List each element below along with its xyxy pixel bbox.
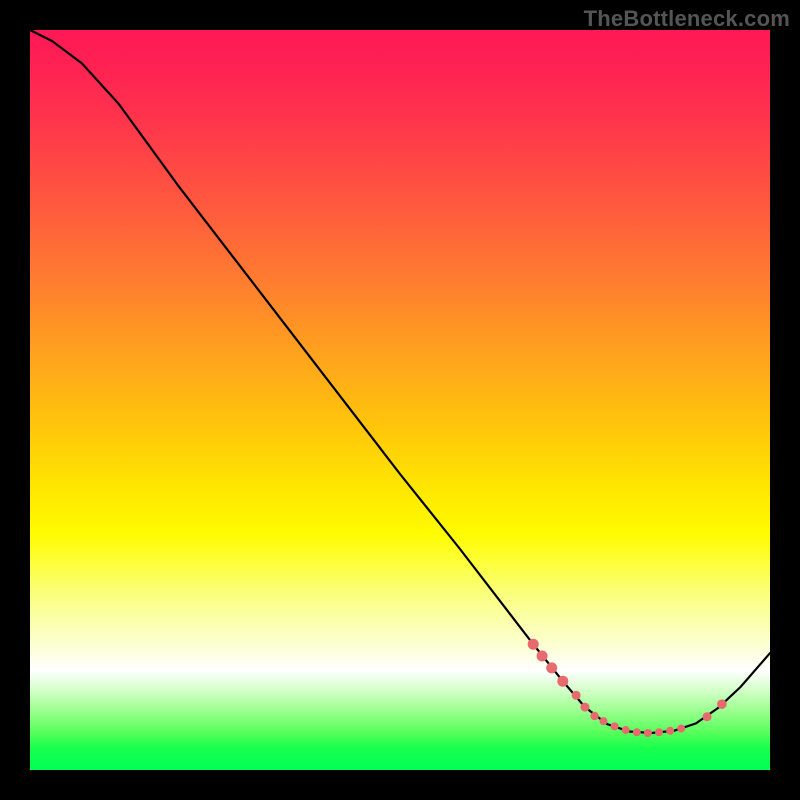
curve-marker	[590, 712, 598, 720]
bottleneck-curve	[30, 30, 770, 733]
curve-marker	[537, 651, 548, 662]
curve-marker	[611, 722, 619, 730]
curve-marker	[600, 717, 608, 725]
plot-area	[30, 30, 770, 770]
curve-marker	[717, 699, 727, 709]
curve-marker	[666, 727, 674, 735]
curve-marker	[622, 726, 630, 734]
curve-marker	[703, 712, 712, 721]
curve-marker	[677, 725, 685, 733]
curve-marker	[655, 728, 663, 736]
curve-marker	[572, 691, 581, 700]
curve-layer	[30, 30, 770, 770]
curve-marker	[633, 728, 641, 736]
curve-marker	[528, 639, 539, 650]
curve-marker	[557, 676, 568, 687]
curve-marker	[644, 729, 652, 737]
curve-marker	[581, 703, 590, 712]
chart-stage: TheBottleneck.com	[0, 0, 800, 800]
curve-marker	[546, 662, 557, 673]
attribution-text: TheBottleneck.com	[584, 6, 790, 32]
